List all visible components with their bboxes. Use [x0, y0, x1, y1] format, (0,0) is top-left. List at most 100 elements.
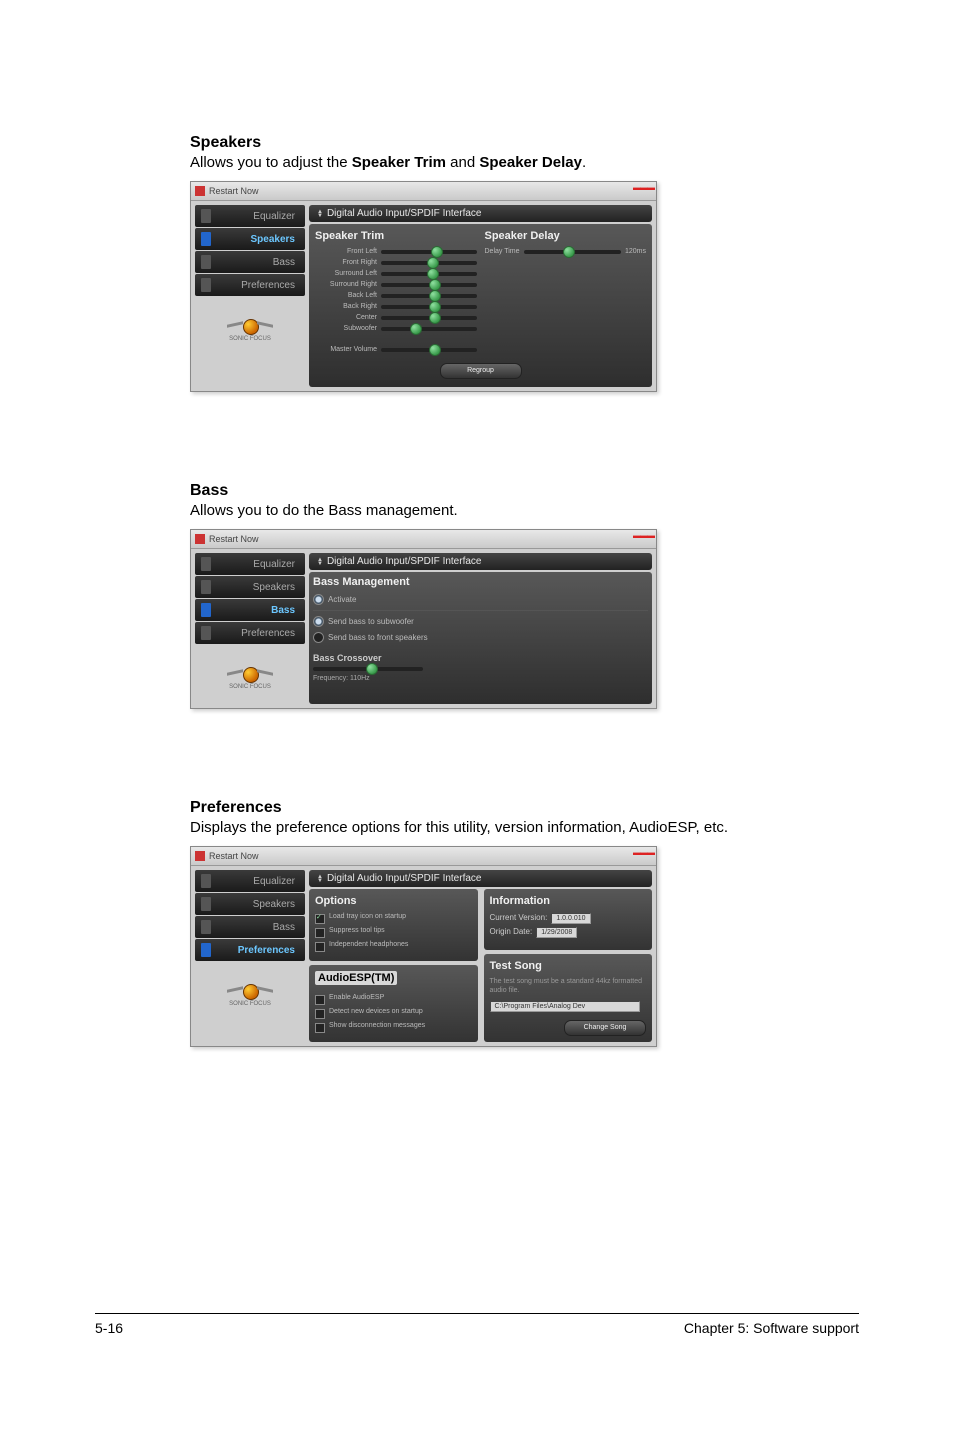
sidebar-item-bass[interactable]: Bass: [195, 251, 305, 273]
slider-label: Master Volume: [315, 346, 381, 353]
window-preferences: Restart Now ▬▬▬ Equalizer Speakers Bass …: [190, 846, 657, 1047]
dropdown-label: Digital Audio Input/SPDIF Interface: [327, 556, 482, 567]
sidebar: Equalizer Speakers Bass Preferences SONI…: [195, 870, 305, 1042]
app-icon: [195, 186, 205, 196]
sidebar-item-speakers[interactable]: Speakers: [195, 576, 305, 598]
checkbox-suppress-tips[interactable]: Suppress tool tips: [315, 927, 472, 938]
slider-back-left[interactable]: Back Left: [315, 292, 477, 299]
sidebar-item-bass[interactable]: Bass: [195, 599, 305, 621]
radio-label: Send bass to subwoofer: [328, 617, 414, 626]
window-title: Restart Now: [209, 851, 259, 861]
app-icon: [195, 534, 205, 544]
titlebar[interactable]: Restart Now ▬▬▬: [191, 847, 656, 866]
checkbox-enable-esp[interactable]: Enable AudioESP: [315, 994, 472, 1005]
sidebar-item-preferences[interactable]: Preferences: [195, 622, 305, 644]
sidebar-item-label: Speakers: [215, 899, 295, 910]
dropdown-label: Digital Audio Input/SPDIF Interface: [327, 208, 482, 219]
checkbox-tray-icon[interactable]: Load tray icon on startup: [315, 913, 472, 924]
test-path-field[interactable]: C:\Program Files\Analog Dev: [490, 1001, 641, 1012]
checkbox-independent-headphones[interactable]: Independent headphones: [315, 941, 472, 952]
brand-text: SONIC FOCUS: [229, 684, 271, 690]
source-dropdown[interactable]: ▲▼ Digital Audio Input/SPDIF Interface: [309, 205, 652, 222]
slider-back-right[interactable]: Back Right: [315, 303, 477, 310]
slider-label: Center: [315, 314, 381, 321]
section-heading-speakers: Speakers: [190, 134, 859, 152]
sidebar-item-speakers[interactable]: Speakers: [195, 228, 305, 250]
checkbox-show-disconnection[interactable]: Show disconnection messages: [315, 1022, 472, 1033]
titlebar[interactable]: Restart Now ▬▬▬: [191, 530, 656, 549]
sidebar-item-label: Bass: [215, 257, 295, 268]
page-footer: 5-16 Chapter 5: Software support: [95, 1313, 859, 1336]
radio-send-front[interactable]: Send bass to front speakers: [313, 632, 648, 643]
crossover-heading: Bass Crossover: [313, 653, 648, 663]
bold-text: Speaker Trim: [352, 154, 446, 171]
checkbox-detect-devices[interactable]: Detect new devices on startup: [315, 1008, 472, 1019]
chapter-label: Chapter 5: Software support: [684, 1320, 859, 1336]
slider-front-right[interactable]: Front Right: [315, 259, 477, 266]
sidebar-item-preferences[interactable]: Preferences: [195, 939, 305, 961]
slider-delay[interactable]: Delay Time 120ms: [485, 248, 647, 255]
sidebar-item-preferences[interactable]: Preferences: [195, 274, 305, 296]
section-desc-preferences: Displays the preference options for this…: [190, 819, 859, 836]
checkbox-label: Show disconnection messages: [329, 1022, 425, 1029]
slider-front-left[interactable]: Front Left: [315, 248, 477, 255]
regroup-button[interactable]: Regroup: [440, 363, 522, 379]
section-desc-speakers: Allows you to adjust the Speaker Trim an…: [190, 154, 859, 171]
slider-label: Back Left: [315, 292, 381, 299]
date-label: Origin Date:: [490, 927, 533, 936]
slider-label: Surround Right: [315, 281, 381, 288]
options-panel: Options Load tray icon on startup Suppre…: [309, 889, 478, 961]
slider-surround-right[interactable]: Surround Right: [315, 281, 477, 288]
change-song-button[interactable]: Change Song: [564, 1020, 646, 1036]
sidebar-item-equalizer[interactable]: Equalizer: [195, 205, 305, 227]
dropdown-label: Digital Audio Input/SPDIF Interface: [327, 873, 482, 884]
slider-label: Subwoofer: [315, 325, 381, 332]
slider-label: Delay Time: [485, 248, 520, 255]
slider-label: Back Right: [315, 303, 381, 310]
sidebar-item-bass[interactable]: Bass: [195, 916, 305, 938]
slider-subwoofer[interactable]: Subwoofer: [315, 325, 477, 332]
pane-title-esp: AudioESP(TM): [315, 971, 397, 985]
slider-crossover[interactable]: [313, 667, 423, 671]
checkbox-label: Enable AudioESP: [329, 994, 384, 1001]
sidebar: Equalizer Speakers Bass Preferences SONI…: [195, 205, 305, 387]
window-speakers: Restart Now ▬▬▬ Equalizer Speakers Bass …: [190, 181, 657, 392]
checkbox-label: Activate: [328, 595, 356, 604]
sidebar-item-label: Speakers: [215, 234, 295, 245]
pane-title-test: Test Song: [490, 960, 647, 972]
information-panel: Information Current Version:1.0.0.010 Or…: [484, 889, 653, 950]
sidebar-item-equalizer[interactable]: Equalizer: [195, 553, 305, 575]
brand-logo: SONIC FOCUS: [195, 314, 305, 342]
brand-text: SONIC FOCUS: [229, 336, 271, 342]
section-heading-preferences: Preferences: [190, 799, 859, 817]
window-bass: Restart Now ▬▬▬ Equalizer Speakers Bass …: [190, 529, 657, 709]
sidebar-item-label: Equalizer: [215, 559, 295, 570]
radio-label: Send bass to front speakers: [328, 633, 428, 642]
brand-logo: SONIC FOCUS: [195, 662, 305, 690]
audioesp-panel: AudioESP(TM) Enable AudioESP Detect new …: [309, 965, 478, 1042]
source-dropdown[interactable]: ▲▼ Digital Audio Input/SPDIF Interface: [309, 870, 652, 887]
radio-send-subwoofer[interactable]: Send bass to subwoofer: [313, 616, 648, 627]
version-label: Current Version:: [490, 913, 548, 922]
titlebar[interactable]: Restart Now ▬▬▬: [191, 182, 656, 201]
sidebar-item-speakers[interactable]: Speakers: [195, 893, 305, 915]
brand-logo: SONIC FOCUS: [195, 979, 305, 1007]
app-icon: [195, 851, 205, 861]
close-button[interactable]: ▬▬▬: [633, 183, 654, 192]
sidebar-item-label: Preferences: [215, 628, 295, 639]
text: Allows you to adjust the: [190, 154, 352, 171]
checkbox-activate[interactable]: Activate: [313, 594, 648, 605]
close-button[interactable]: ▬▬▬: [633, 531, 654, 540]
page-number: 5-16: [95, 1320, 123, 1336]
sidebar-item-equalizer[interactable]: Equalizer: [195, 870, 305, 892]
source-dropdown[interactable]: ▲▼ Digital Audio Input/SPDIF Interface: [309, 553, 652, 570]
sidebar-item-label: Preferences: [215, 945, 295, 956]
slider-center[interactable]: Center: [315, 314, 477, 321]
pane-title-info: Information: [490, 895, 647, 907]
test-song-panel: Test Song The test song must be a standa…: [484, 954, 653, 1042]
slider-surround-left[interactable]: Surround Left: [315, 270, 477, 277]
slider-master-volume[interactable]: Master Volume: [315, 346, 477, 353]
window-title: Restart Now: [209, 534, 259, 544]
close-button[interactable]: ▬▬▬: [633, 848, 654, 857]
sidebar-item-label: Speakers: [215, 582, 295, 593]
